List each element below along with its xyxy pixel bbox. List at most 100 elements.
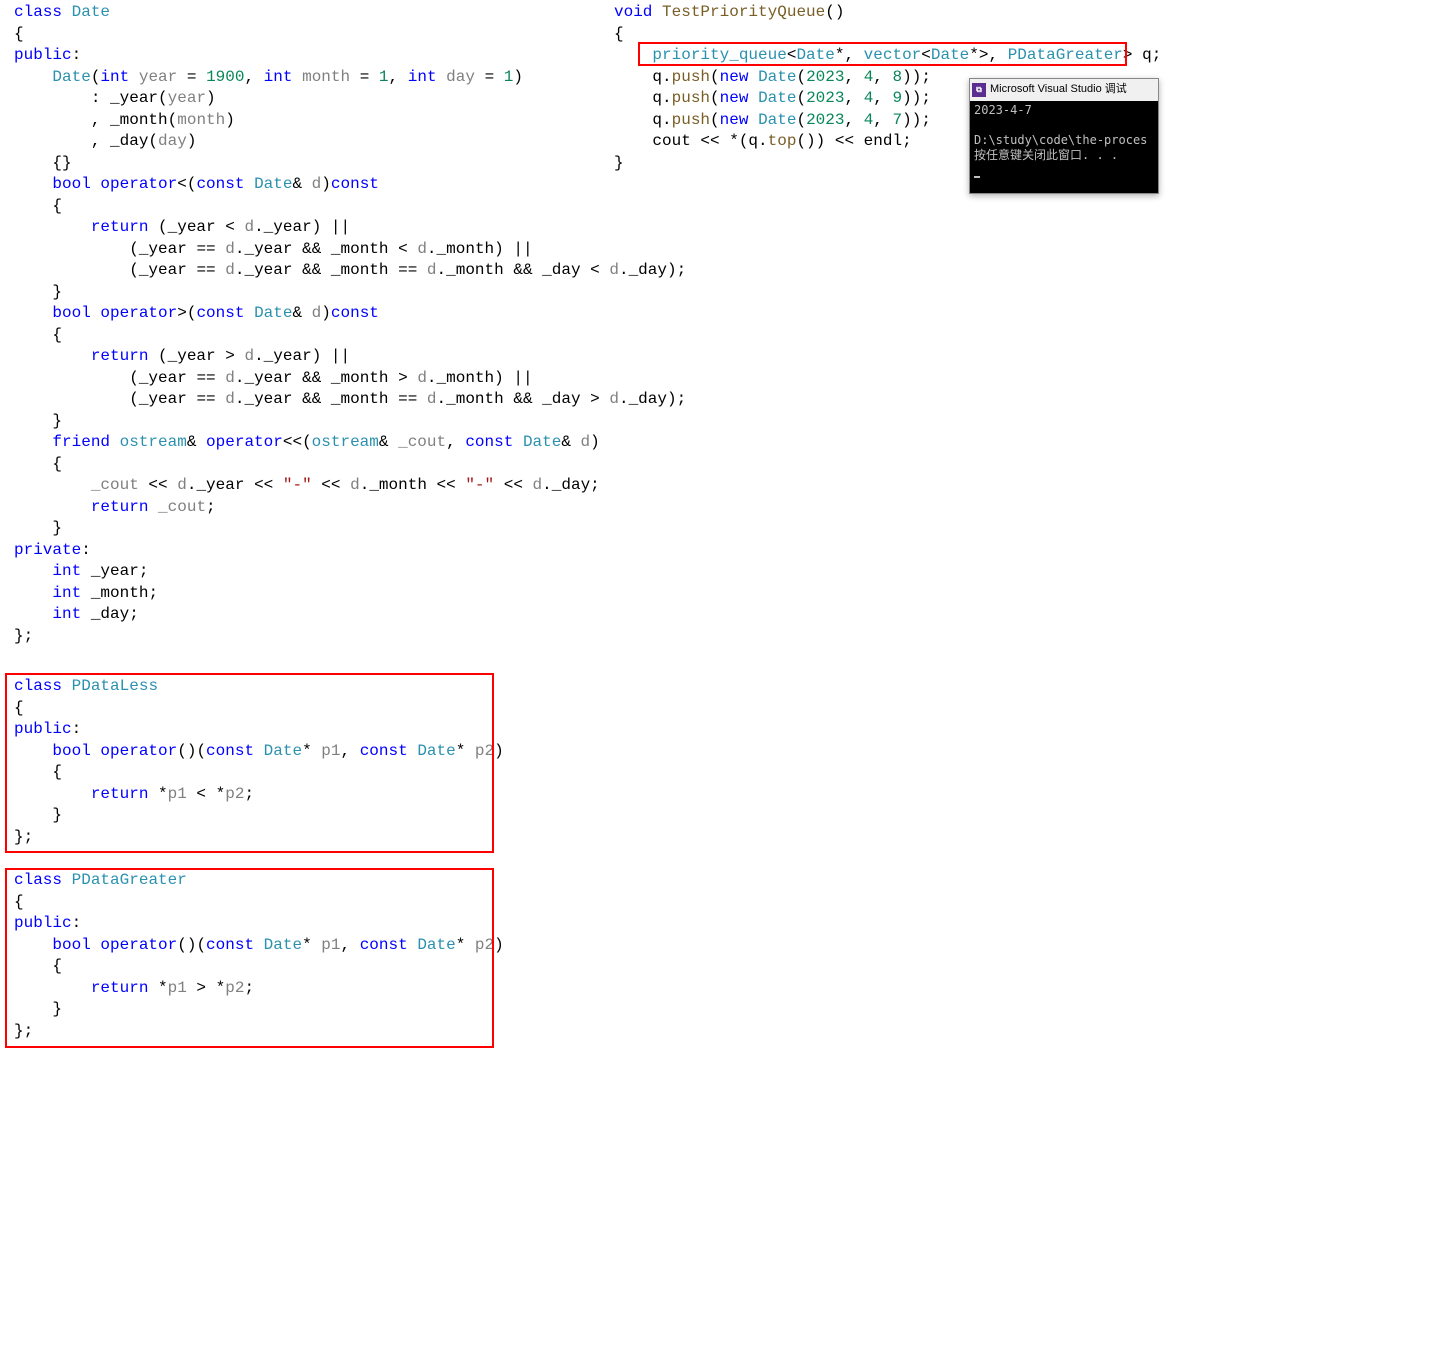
console-line: 2023-4-7 [974,103,1032,117]
member: _month [331,261,389,279]
param: year [139,68,177,86]
member: _year [110,89,158,107]
keyword: return [91,498,149,516]
type: Date [758,111,796,129]
keyword: const [465,433,513,451]
keyword: new [720,68,749,86]
param: d [609,390,619,408]
console-line: D:\study\code\the-proces [974,133,1147,147]
param: d [533,476,543,494]
keyword: void [614,3,652,21]
number: 1 [504,68,514,86]
param: d [225,240,235,258]
type: ostream [312,433,379,451]
param: d [225,390,235,408]
vs-icon: ⧉ [972,83,986,97]
keyword: operator [206,433,283,451]
keyword: operator [100,175,177,193]
member: _day [629,261,667,279]
keyword: int [52,584,81,602]
brace: } [614,154,624,172]
param: year [168,89,206,107]
keyword: bool [52,304,90,322]
var: q [652,89,662,107]
brace: }; [14,627,33,645]
keyword: class [14,3,62,21]
keyword: bool [52,175,90,193]
brace: } [52,519,62,537]
member: _day [542,261,580,279]
brace: } [52,283,62,301]
highlight-pdatagreater [5,868,494,1048]
highlight-priority-queue-decl [638,42,1127,66]
member: _day [110,132,148,150]
number: 4 [864,89,874,107]
keyword: const [331,175,379,193]
param: d [427,390,437,408]
keyword: const [196,304,244,322]
var: q [652,68,662,86]
member: _month [331,390,389,408]
number: 1900 [206,68,244,86]
number: 7 [893,111,903,129]
function: TestPriorityQueue [662,3,825,21]
member: _month [437,369,495,387]
brace: { [52,197,62,215]
member: _day [91,605,129,623]
param: d [417,240,427,258]
param: d [312,175,322,193]
param: d [177,476,187,494]
type: ostream [120,433,187,451]
string: "-" [283,476,312,494]
param: _cout [91,476,139,494]
console-titlebar[interactable]: ⧉ Microsoft Visual Studio 调试 [970,79,1158,101]
param: d [609,261,619,279]
keyword: int [52,605,81,623]
console-window[interactable]: ⧉ Microsoft Visual Studio 调试 2023-4-7 D:… [969,78,1159,194]
member: _month [110,111,168,129]
member: _year [139,369,187,387]
param: month [302,68,350,86]
member: _year [168,218,216,236]
member: _year [264,218,312,236]
number: 2023 [806,89,844,107]
param: _cout [398,433,446,451]
string: "-" [465,476,494,494]
method: push [672,111,710,129]
member: _month [369,476,427,494]
member: _year [244,261,292,279]
keyword: return [91,218,149,236]
keyword: new [720,111,749,129]
keyword: const [196,175,244,193]
var: q [652,111,662,129]
type: Date [254,304,292,322]
braces: {} [52,154,71,172]
keyword: new [720,89,749,107]
number: 1 [379,68,389,86]
brace: } [52,412,62,430]
type: Date [758,89,796,107]
member: _month [446,261,504,279]
member: _day [629,390,667,408]
member: _month [331,240,389,258]
member: _day [552,476,590,494]
param: day [446,68,475,86]
member: _year [168,347,216,365]
member: _year [139,240,187,258]
keyword: operator [100,304,177,322]
console-body: 2023-4-7 D:\study\code\the-proces 按任意键关闭… [970,101,1158,180]
member: _month [91,584,149,602]
keyword: int [264,68,293,86]
number: 8 [893,68,903,86]
member: _day [542,390,580,408]
keyword: friend [52,433,110,451]
keyword: private [14,541,81,559]
var: endl [864,132,902,150]
param: d [581,433,591,451]
method: push [672,89,710,107]
method: top [768,132,797,150]
number: 4 [864,111,874,129]
param: d [244,218,254,236]
keyword: const [331,304,379,322]
param: _cout [158,498,206,516]
